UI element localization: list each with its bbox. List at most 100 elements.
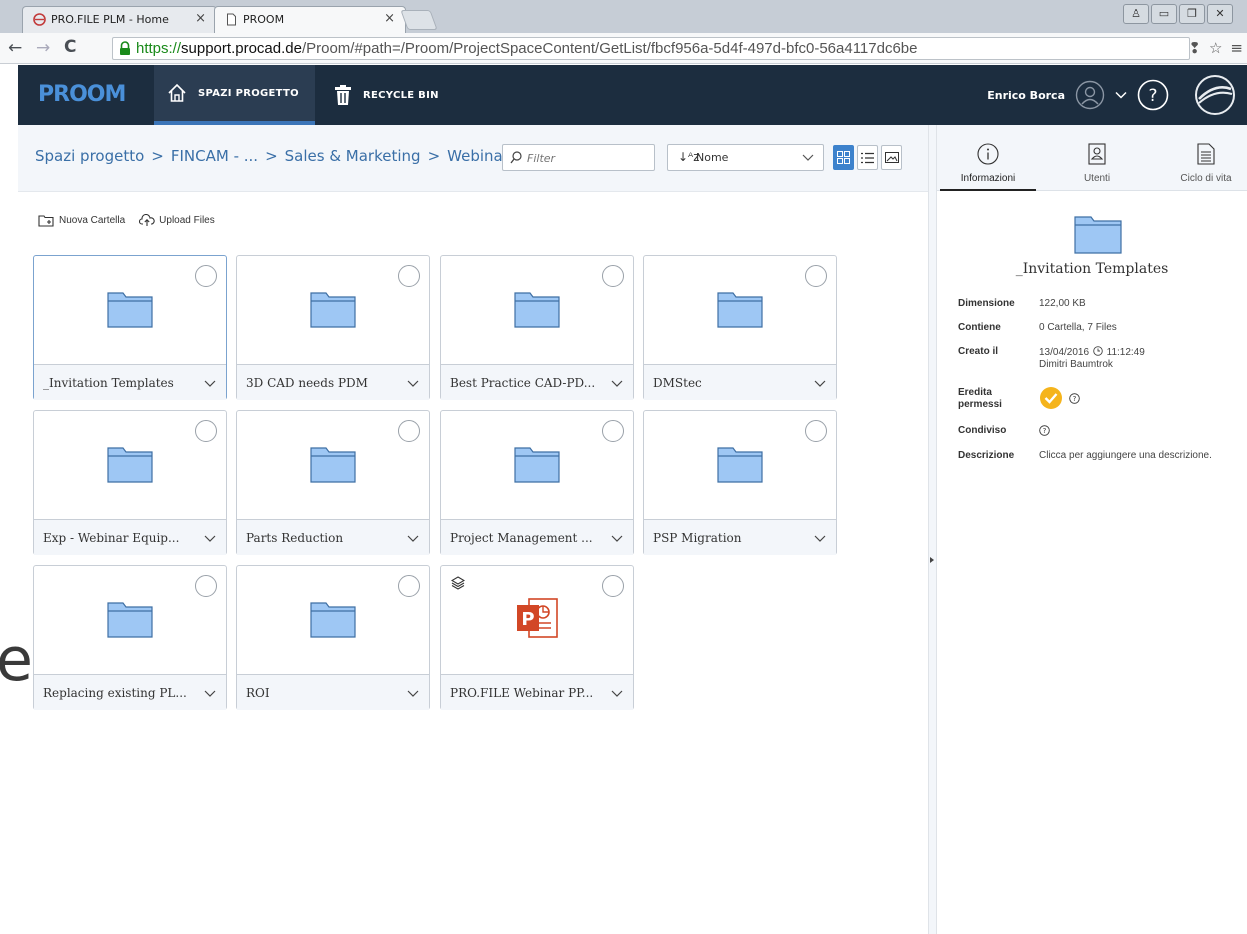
address-bar-actions: ❢ ☆ ≡ bbox=[1188, 39, 1243, 57]
grid-view-button[interactable] bbox=[833, 145, 854, 170]
document-icon bbox=[1197, 143, 1215, 165]
select-checkbox[interactable] bbox=[195, 575, 217, 597]
card-footer[interactable]: PRO.FILE Webinar PP... bbox=[441, 674, 633, 710]
folder-icon bbox=[310, 292, 356, 328]
card-footer[interactable]: 3D CAD needs PDM bbox=[237, 364, 429, 400]
proom-logo[interactable]: PROOM bbox=[38, 82, 126, 107]
folder-card[interactable]: DMStec bbox=[643, 255, 837, 400]
preview-view-button[interactable] bbox=[881, 145, 902, 170]
card-footer[interactable]: ROI bbox=[237, 674, 429, 710]
chevron-down-icon[interactable] bbox=[814, 533, 826, 543]
grid-icon bbox=[837, 151, 850, 164]
chevron-down-icon[interactable] bbox=[204, 533, 216, 543]
chevron-down-icon[interactable] bbox=[204, 688, 216, 698]
folder-card[interactable]: Project Management ... bbox=[440, 410, 634, 555]
panel-splitter[interactable] bbox=[928, 125, 937, 934]
prop-label: Contiene bbox=[958, 322, 1001, 333]
chevron-down-icon[interactable] bbox=[611, 533, 623, 543]
back-icon[interactable]: ← bbox=[8, 38, 22, 58]
new-folder-icon bbox=[38, 215, 54, 227]
card-footer[interactable]: Exp - Webinar Equip... bbox=[34, 519, 226, 555]
help-small-icon[interactable]: ? bbox=[1039, 425, 1050, 436]
extension-icon[interactable]: ❢ bbox=[1188, 39, 1201, 57]
check-circle-icon[interactable] bbox=[1039, 386, 1063, 410]
select-checkbox[interactable] bbox=[398, 420, 420, 442]
chevron-down-icon[interactable] bbox=[1115, 91, 1127, 99]
select-checkbox[interactable] bbox=[398, 265, 420, 287]
folder-card[interactable]: Parts Reduction bbox=[236, 410, 430, 555]
close-tab-icon[interactable]: × bbox=[384, 11, 395, 26]
card-footer[interactable]: PSP Migration bbox=[644, 519, 836, 555]
close-window-icon[interactable]: ✕ bbox=[1207, 4, 1233, 24]
select-checkbox[interactable] bbox=[398, 575, 420, 597]
tab-ciclo-di-vita[interactable]: Ciclo di vita bbox=[1158, 125, 1247, 191]
folder-card[interactable]: ROI bbox=[236, 565, 430, 710]
file-card[interactable]: P PRO.FILE Webinar PP... bbox=[440, 565, 634, 710]
new-folder-button[interactable]: Nuova Cartella bbox=[38, 214, 125, 227]
page-icon bbox=[227, 13, 236, 26]
select-checkbox[interactable] bbox=[805, 265, 827, 287]
browser-tab-proom[interactable]: PROOM × bbox=[214, 6, 406, 33]
breadcrumb-separator: > bbox=[151, 147, 164, 165]
chevron-down-icon[interactable] bbox=[814, 378, 826, 388]
card-footer[interactable]: Parts Reduction bbox=[237, 519, 429, 555]
user-profile-icon[interactable]: ♙ bbox=[1123, 4, 1149, 24]
minimize-icon[interactable]: ▭ bbox=[1151, 4, 1177, 24]
restore-icon[interactable]: ❐ bbox=[1179, 4, 1205, 24]
list-view-button[interactable] bbox=[857, 145, 878, 170]
close-tab-icon[interactable]: × bbox=[195, 11, 206, 26]
card-footer[interactable]: Best Practice CAD-PD... bbox=[441, 364, 633, 400]
filter-input[interactable] bbox=[527, 149, 647, 167]
upload-files-button[interactable]: Upload Files bbox=[139, 214, 215, 227]
forward-icon[interactable]: → bbox=[36, 38, 50, 58]
select-checkbox[interactable] bbox=[195, 265, 217, 287]
reload-icon[interactable]: C bbox=[64, 37, 76, 57]
folder-card[interactable]: PSP Migration bbox=[643, 410, 837, 555]
card-footer[interactable]: Replacing existing PL... bbox=[34, 674, 226, 710]
breadcrumb-item-sales-marketing[interactable]: Sales & Marketing bbox=[285, 147, 421, 165]
tab-utenti[interactable]: Utenti bbox=[1049, 125, 1145, 191]
folder-card[interactable]: _Invitation Templates bbox=[33, 255, 227, 400]
chevron-down-icon[interactable] bbox=[611, 688, 623, 698]
select-checkbox[interactable] bbox=[805, 420, 827, 442]
sort-select[interactable]: ↓ᴬz Nome bbox=[667, 144, 824, 171]
item-name: Project Management ... bbox=[450, 531, 593, 545]
item-name: Exp - Webinar Equip... bbox=[43, 531, 180, 545]
card-footer[interactable]: Project Management ... bbox=[441, 519, 633, 555]
select-checkbox[interactable] bbox=[602, 265, 624, 287]
folder-card[interactable]: 3D CAD needs PDM bbox=[236, 255, 430, 400]
tab-informazioni[interactable]: Informazioni bbox=[940, 125, 1036, 191]
item-name: 3D CAD needs PDM bbox=[246, 376, 368, 390]
url-input[interactable]: https://support.procad.de/Proom/#path=/P… bbox=[112, 37, 1190, 60]
folder-card[interactable]: Replacing existing PL... bbox=[33, 565, 227, 710]
help-icon[interactable]: ? bbox=[1137, 79, 1169, 111]
browser-tab-title: PROOM bbox=[243, 13, 285, 26]
nav-spazi-progetto[interactable]: SPAZI PROGETTO bbox=[154, 65, 315, 125]
chevron-down-icon[interactable] bbox=[611, 378, 623, 388]
select-checkbox[interactable] bbox=[602, 575, 624, 597]
help-small-icon[interactable]: ? bbox=[1069, 392, 1080, 404]
description-editable[interactable]: Clicca per aggiungere una descrizione. bbox=[1039, 450, 1247, 462]
folder-card[interactable]: Best Practice CAD-PD... bbox=[440, 255, 634, 400]
browser-tab-profile-home[interactable]: PRO.FILE PLM - Home × bbox=[22, 6, 217, 33]
new-tab-button[interactable] bbox=[400, 10, 438, 30]
card-footer[interactable]: DMStec bbox=[644, 364, 836, 400]
menu-icon[interactable]: ≡ bbox=[1230, 39, 1243, 57]
app-header: PROOM SPAZI PROGETTO RECYCLE BIN Enrico … bbox=[18, 65, 1247, 125]
nav-recycle-bin[interactable]: RECYCLE BIN bbox=[321, 65, 451, 125]
card-footer[interactable]: _Invitation Templates bbox=[34, 364, 226, 400]
prop-label: Eredita permessi bbox=[958, 387, 1036, 411]
chevron-down-icon[interactable] bbox=[204, 378, 216, 388]
breadcrumb-item-fincam[interactable]: FINCAM - ... bbox=[171, 147, 258, 165]
chevron-down-icon[interactable] bbox=[407, 378, 419, 388]
filter-box bbox=[502, 144, 655, 171]
collapse-arrow-icon[interactable] bbox=[930, 557, 934, 563]
select-checkbox[interactable] bbox=[602, 420, 624, 442]
avatar-icon[interactable] bbox=[1075, 80, 1105, 110]
select-checkbox[interactable] bbox=[195, 420, 217, 442]
chevron-down-icon[interactable] bbox=[407, 688, 419, 698]
star-icon[interactable]: ☆ bbox=[1209, 39, 1222, 57]
breadcrumb-item-spazi-progetto[interactable]: Spazi progetto bbox=[35, 147, 144, 165]
folder-card[interactable]: Exp - Webinar Equip... bbox=[33, 410, 227, 555]
chevron-down-icon[interactable] bbox=[407, 533, 419, 543]
